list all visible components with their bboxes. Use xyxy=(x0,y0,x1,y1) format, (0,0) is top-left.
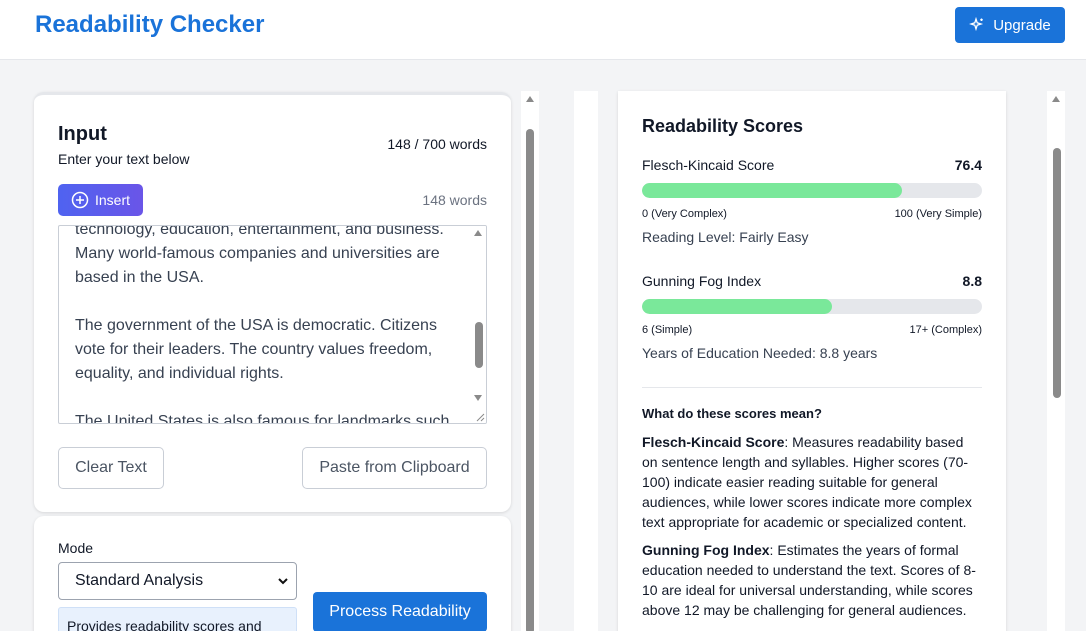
mode-label: Mode xyxy=(58,540,94,556)
readability-scores-card: Readability Scores Flesch-Kincaid Score … xyxy=(618,91,1006,631)
paste-clipboard-button[interactable]: Paste from Clipboard xyxy=(302,447,487,489)
word-count: 148 words xyxy=(422,192,487,208)
fog-scale-max: 17+ (Complex) xyxy=(909,324,982,336)
text-paragraph: The United States is also famous for lan… xyxy=(75,413,450,424)
flesch-value: 76.4 xyxy=(954,157,982,173)
reading-level: Reading Level: Fairly Easy xyxy=(642,229,809,245)
scroll-up-arrow-icon[interactable] xyxy=(1052,96,1060,102)
mode-select[interactable]: Standard Analysis xyxy=(58,562,297,600)
left-panel-scrollbar[interactable] xyxy=(521,91,539,631)
mode-card: Mode Standard Analysis Provides readabil… xyxy=(34,516,511,631)
scroll-down-arrow-icon[interactable] xyxy=(474,395,482,401)
fog-label: Gunning Fog Index xyxy=(642,273,762,289)
clear-text-button[interactable]: Clear Text xyxy=(58,447,164,489)
flesch-progress-bar xyxy=(642,183,982,198)
flesch-progress-fill xyxy=(642,183,902,198)
scroll-up-arrow-icon[interactable] xyxy=(526,96,534,102)
fog-scale-min: 6 (Simple) xyxy=(642,324,693,336)
scroll-up-arrow-icon[interactable] xyxy=(474,230,482,236)
fog-progress-fill xyxy=(642,299,833,314)
fog-term: Gunning Fog Index xyxy=(642,542,770,558)
input-subtitle: Enter your text below xyxy=(58,151,190,167)
left-scroll-thumb[interactable] xyxy=(526,129,534,631)
chevron-down-icon xyxy=(278,578,288,585)
right-scroll-thumb[interactable] xyxy=(1053,148,1061,398)
flesch-scale-min: 0 (Very Complex) xyxy=(642,208,727,220)
scores-title: Readability Scores xyxy=(642,116,804,136)
flesch-explanation: Flesch-Kincaid Score: Measures readabili… xyxy=(642,432,982,532)
text-paragraph: technology, education, entertainment, an… xyxy=(75,225,444,286)
flesch-scale-max: 100 (Very Simple) xyxy=(894,208,982,220)
resize-handle-icon[interactable] xyxy=(475,412,485,422)
right-panel-gutter xyxy=(574,91,598,631)
mode-description: Provides readability scores and xyxy=(58,607,297,631)
app-title: Readability Checker xyxy=(35,11,265,38)
textarea-scroll-thumb[interactable] xyxy=(475,322,483,368)
process-readability-button[interactable]: Process Readability xyxy=(313,592,487,631)
divider xyxy=(642,387,982,388)
sparkle-icon xyxy=(969,17,984,32)
text-content: technology, education, entertainment, an… xyxy=(75,225,469,424)
plus-circle-icon xyxy=(71,191,89,209)
upgrade-label: Upgrade xyxy=(993,16,1051,34)
fog-progress-bar xyxy=(642,299,982,314)
fog-explanation: Gunning Fog Index: Estimates the years o… xyxy=(642,540,982,620)
fog-value: 8.8 xyxy=(962,273,982,289)
input-card: Input Enter your text below 148 / 700 wo… xyxy=(34,92,511,512)
word-limit: 148 / 700 words xyxy=(387,136,487,152)
explain-title: What do these scores mean? xyxy=(642,406,822,421)
textarea-scrollbar[interactable] xyxy=(471,226,486,423)
education-years: Years of Education Needed: 8.8 years xyxy=(642,345,878,361)
flesch-label: Flesch-Kincaid Score xyxy=(642,157,775,173)
mode-selected-value: Standard Analysis xyxy=(75,572,204,589)
insert-label: Insert xyxy=(94,192,130,208)
flesch-term: Flesch-Kincaid Score xyxy=(642,434,785,450)
text-input-area[interactable]: technology, education, entertainment, an… xyxy=(58,225,487,424)
upgrade-button[interactable]: Upgrade xyxy=(955,7,1065,43)
right-panel-scrollbar[interactable] xyxy=(1047,91,1065,631)
app-header: Readability Checker Upgrade xyxy=(0,0,1086,60)
insert-button[interactable]: Insert xyxy=(58,184,143,216)
left-panel: Input Enter your text below 148 / 700 wo… xyxy=(4,61,540,631)
text-paragraph: The government of the USA is democratic.… xyxy=(75,317,437,382)
input-title: Input xyxy=(58,123,107,145)
